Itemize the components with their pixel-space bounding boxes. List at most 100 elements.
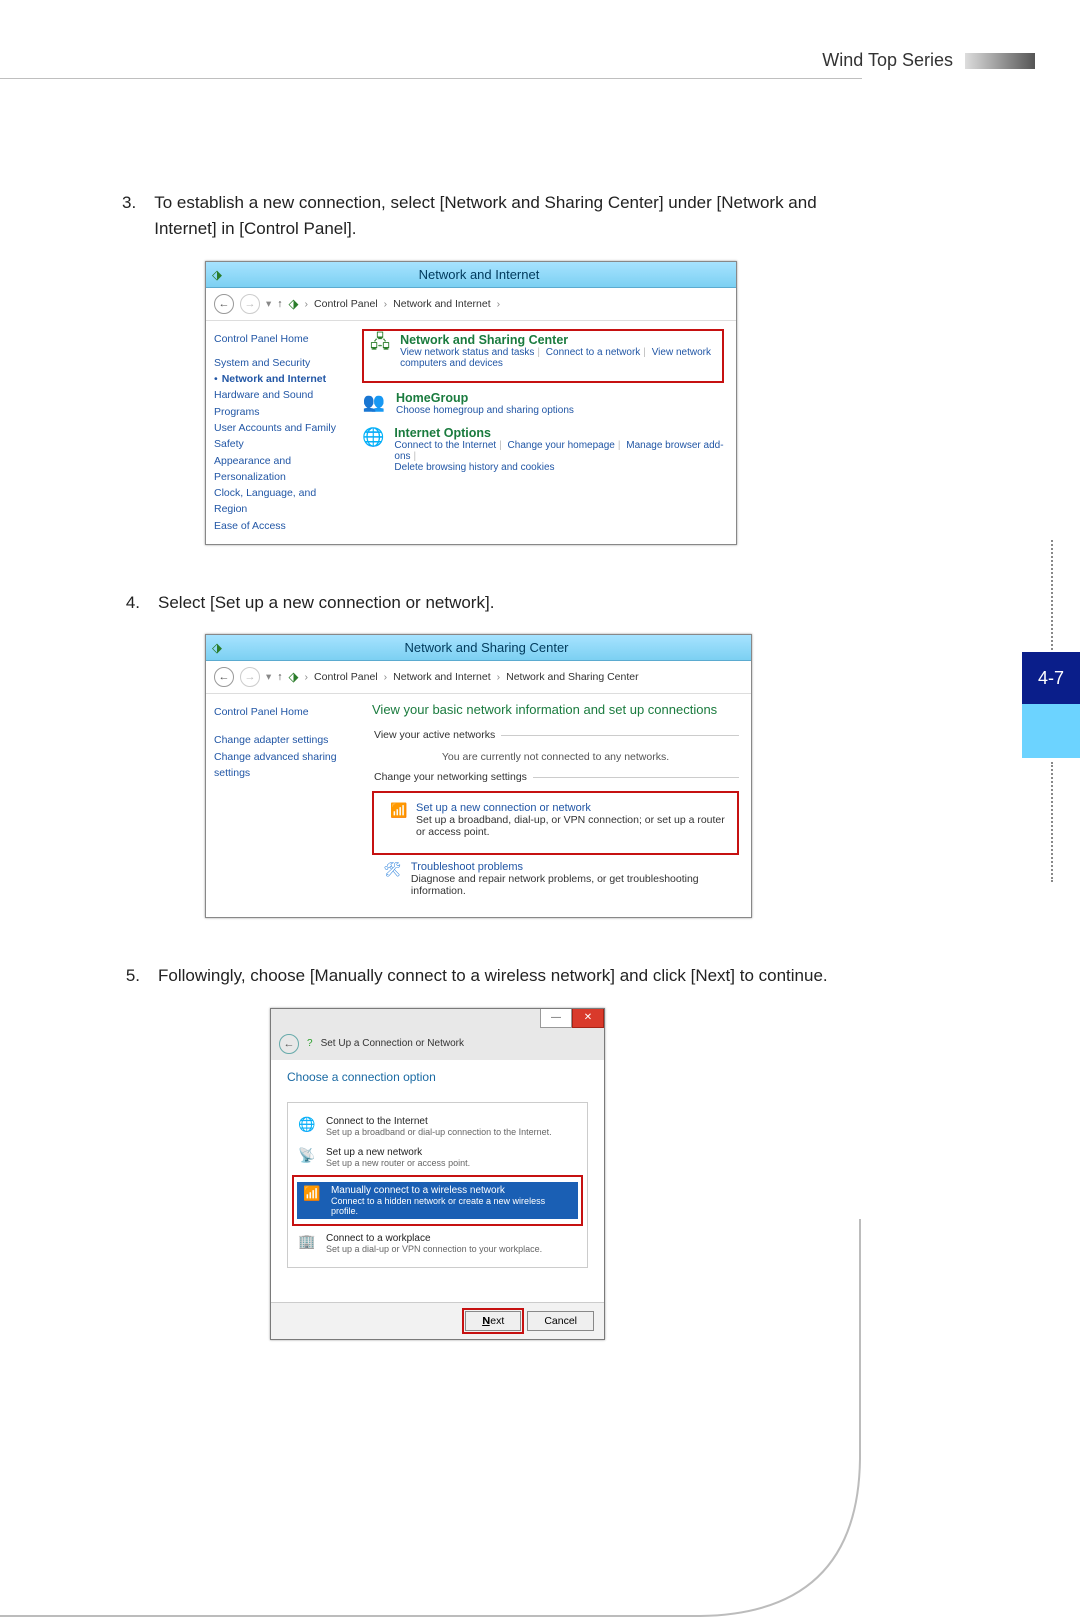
nsc-icon: 🖧 xyxy=(370,333,390,357)
cp-crumb-icon: ⬗ xyxy=(289,669,299,685)
step-4-text: Select [Set up a new connection or netwo… xyxy=(158,590,494,616)
sidebar-user-accounts[interactable]: User Accounts and Family Safety xyxy=(214,422,336,450)
troubleshoot-icon: 🛠 xyxy=(382,861,403,879)
opt1-desc: Set up a broadband or dial-up connection… xyxy=(326,1127,552,1137)
highlight-nsc: 🖧 Network and Sharing Center View networ… xyxy=(362,329,724,383)
cp-icon: ⬗ xyxy=(212,267,222,283)
step-4-number: 4. xyxy=(120,590,140,616)
sidebar-change-sharing[interactable]: Change advanced sharing settings xyxy=(214,751,337,779)
page-number-tab: 4-7 xyxy=(1022,652,1080,704)
fig3-header: ← ? Set Up a Connection or Network xyxy=(271,1028,604,1060)
sidebar-ease-access[interactable]: Ease of Access xyxy=(214,520,286,532)
homegroup-icon: 👥 xyxy=(362,391,386,415)
close-button[interactable]: ✕ xyxy=(572,1009,604,1028)
option-new-network[interactable]: 📡 Set up a new network Set up a new rout… xyxy=(292,1144,583,1171)
setup-connection-icon: 📶 xyxy=(390,802,408,820)
opt2-title: Set up a new network xyxy=(326,1147,470,1158)
fig3-heading: Choose a connection option xyxy=(287,1070,588,1084)
fig1-window: ⬗ Network and Internet ← → ▾ ↑ ⬗ › Contr… xyxy=(205,261,737,545)
sidebar-network-internet[interactable]: Network and Internet xyxy=(222,373,326,385)
sidebar-programs[interactable]: Programs xyxy=(214,406,260,418)
opt3-title: Manually connect to a wireless network xyxy=(331,1185,574,1196)
fig2-sidebar: Control Panel Home Change adapter settin… xyxy=(206,694,360,917)
help-icon: ? xyxy=(307,1038,313,1049)
crumb-network-internet[interactable]: Network and Internet xyxy=(393,671,490,683)
sidebar-hardware-sound[interactable]: Hardware and Sound xyxy=(214,389,313,401)
opt1-title: Connect to the Internet xyxy=(326,1116,552,1127)
link-nsc-status[interactable]: View network status and tasks xyxy=(400,347,534,358)
link-homegroup-title[interactable]: HomeGroup xyxy=(396,391,574,405)
fig2-addressbar[interactable]: ← → ▾ ↑ ⬗ › Control Panel › Network and … xyxy=(206,661,751,694)
link-setup-connection[interactable]: Set up a new connection or network xyxy=(416,802,731,814)
minimize-button[interactable]: — xyxy=(540,1009,572,1028)
header-rule xyxy=(0,78,862,79)
history-dropdown-icon[interactable]: ▾ xyxy=(266,671,271,683)
link-io-title[interactable]: Internet Options xyxy=(394,426,724,440)
opt4-title: Connect to a workplace xyxy=(326,1233,542,1244)
globe-icon: 🌐 xyxy=(296,1116,318,1134)
sidebar-clock-lang[interactable]: Clock, Language, and Region xyxy=(214,487,316,515)
cp-crumb-icon: ⬗ xyxy=(289,296,299,312)
step-5-text: Followingly, choose [Manually connect to… xyxy=(158,963,828,989)
crumb-nsc[interactable]: Network and Sharing Center xyxy=(506,671,639,683)
fieldset-change-settings: Change your networking settings 📶 Set up… xyxy=(372,771,739,909)
up-icon[interactable]: ↑ xyxy=(277,671,282,683)
back-icon[interactable]: ← xyxy=(214,667,234,687)
step-3-text: To establish a new connection, select [N… xyxy=(154,190,860,243)
sidebar-cp-home[interactable]: Control Panel Home xyxy=(214,333,309,345)
forward-icon: → xyxy=(240,294,260,314)
step-3: 3. To establish a new connection, select… xyxy=(120,190,860,243)
link-nsc-title[interactable]: Network and Sharing Center xyxy=(400,333,716,347)
option-workplace[interactable]: 🏢 Connect to a workplace Set up a dial-u… xyxy=(292,1230,583,1257)
fig3-header-text: Set Up a Connection or Network xyxy=(321,1038,464,1049)
link-nsc-connect[interactable]: Connect to a network xyxy=(546,347,641,358)
sidebar-appearance[interactable]: Appearance and Personalization xyxy=(214,455,291,483)
step-5: 5. Followingly, choose [Manually connect… xyxy=(120,963,860,989)
crumb-control-panel[interactable]: Control Panel xyxy=(314,298,378,310)
back-icon[interactable]: ← xyxy=(214,294,234,314)
history-dropdown-icon[interactable]: ▾ xyxy=(266,298,271,310)
sidebar-cp-home[interactable]: Control Panel Home xyxy=(214,706,309,718)
page-number-tab-accent xyxy=(1022,704,1080,758)
fig1-sidebar: Control Panel Home System and Security •… xyxy=(206,321,350,544)
fig3-titlebar-buttons: — ✕ xyxy=(271,1009,604,1028)
highlight-setup-connection: 📶 Set up a new connection or network Set… xyxy=(372,791,739,855)
fieldset-active-networks: View your active networks You are curren… xyxy=(372,729,739,771)
link-troubleshoot[interactable]: Troubleshoot problems xyxy=(411,861,739,873)
fig2-title: Network and Sharing Center xyxy=(404,640,568,655)
up-icon[interactable]: ↑ xyxy=(277,298,282,310)
wizard-back-icon[interactable]: ← xyxy=(279,1034,299,1054)
option-manual-wireless[interactable]: 📶 Manually connect to a wireless network… xyxy=(297,1182,578,1219)
sidebar-system-security[interactable]: System and Security xyxy=(214,357,310,369)
crumb-network-internet[interactable]: Network and Internet xyxy=(393,298,490,310)
no-networks-text: You are currently not connected to any n… xyxy=(372,749,739,771)
sidebar-change-adapter[interactable]: Change adapter settings xyxy=(214,734,328,746)
wireless-icon: 📶 xyxy=(301,1185,323,1203)
link-io-homepage[interactable]: Change your homepage xyxy=(508,440,615,451)
forward-icon: → xyxy=(240,667,260,687)
router-icon: 📡 xyxy=(296,1147,318,1165)
building-icon: 🏢 xyxy=(296,1233,318,1251)
highlight-manual-wireless: 📶 Manually connect to a wireless network… xyxy=(292,1175,583,1226)
cancel-button[interactable]: Cancel xyxy=(527,1311,594,1331)
opt2-desc: Set up a new router or access point. xyxy=(326,1158,470,1168)
internet-options-icon: 🌐 xyxy=(362,426,384,450)
crumb-control-panel[interactable]: Control Panel xyxy=(314,671,378,683)
fig1-addressbar[interactable]: ← → ▾ ↑ ⬗ › Control Panel › Network and … xyxy=(206,288,736,321)
fig1-titlebar: ⬗ Network and Internet xyxy=(206,262,736,288)
option-connect-internet[interactable]: 🌐 Connect to the Internet Set up a broad… xyxy=(292,1113,583,1140)
fig3-wizard: — ✕ ← ? Set Up a Connection or Network C… xyxy=(270,1008,605,1340)
link-io-connect[interactable]: Connect to the Internet xyxy=(394,440,496,451)
side-dots-bottom xyxy=(1051,762,1053,882)
fig2-window: ⬗ Network and Sharing Center ← → ▾ ↑ ⬗ ›… xyxy=(205,634,752,918)
next-button[interactable]: NNext xyxy=(465,1311,521,1331)
link-io-history[interactable]: Delete browsing history and cookies xyxy=(394,462,554,473)
link-homegroup-opts[interactable]: Choose homegroup and sharing options xyxy=(396,405,574,416)
fig2-titlebar: ⬗ Network and Sharing Center xyxy=(206,635,751,661)
opt4-desc: Set up a dial-up or VPN connection to yo… xyxy=(326,1244,542,1254)
step-3-number: 3. xyxy=(120,190,136,243)
header-series: Wind Top Series xyxy=(822,50,953,71)
legend-active-networks: View your active networks xyxy=(372,729,501,741)
opt3-desc: Connect to a hidden network or create a … xyxy=(331,1196,574,1216)
step-4: 4. Select [Set up a new connection or ne… xyxy=(120,590,860,616)
